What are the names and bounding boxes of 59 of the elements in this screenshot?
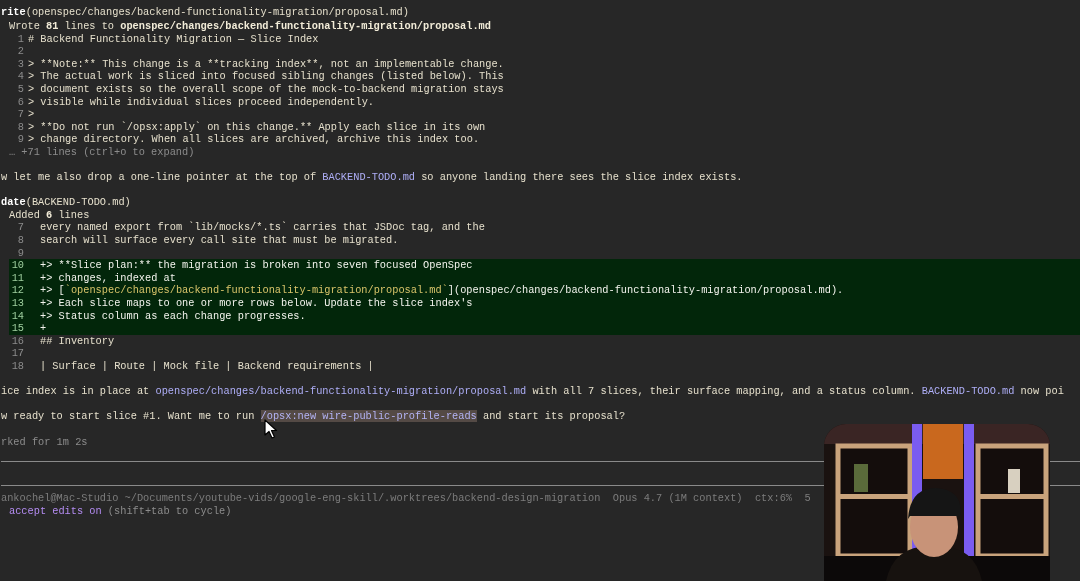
code-line: +> Each slice maps to one or more rows below. Update the slice index's: [39, 297, 473, 310]
cursor-icon: [264, 419, 278, 439]
code-line: search will surface every call site that must be migrated.: [39, 234, 399, 247]
code-line: > document exists so the overall scope of the mock-to-backend migration stays: [27, 82, 504, 96]
line-number: 8: [16, 120, 24, 134]
line-number: 15: [10, 322, 24, 335]
line-number: 3: [16, 57, 24, 71]
code-line: # Backend Functionality Migration — Slice Index: [27, 32, 319, 46]
status-text: Opus 4.7 (1M context): [612, 492, 743, 505]
message-line: ice index is in place at openspec/changes/backend-functionality-migration/proposal.md with all 7 slices, their surface mapping, and a status column. BACKEND-TODO.md now poi: [1, 385, 1064, 398]
mode-hint: (shift+tab to cycle): [106, 504, 232, 518]
command-text: /opsx:new wire-public-profile-reads: [260, 410, 477, 423]
code-line: > visible while individual slices proceed independently.: [27, 95, 375, 109]
line-number: 17: [10, 347, 24, 360]
line-number: 6: [16, 95, 24, 109]
code-line: > **Note:** This change is a **tracking index**, not an implementable change.: [27, 57, 504, 71]
tool-result: Added 6 lines: [8, 208, 90, 222]
file-link[interactable]: BACKEND-TODO.md: [322, 171, 415, 184]
code-line: > change directory. When all slices are archived, archive this index too.: [27, 133, 480, 146]
code-line: >: [27, 108, 35, 121]
code-line: +: [39, 322, 47, 335]
code-line: > The actual work is sliced into focused sibling changes (listed below). This: [27, 70, 504, 83]
line-number: 8: [16, 234, 24, 247]
file-link[interactable]: BACKEND-TODO.md: [921, 385, 1015, 398]
tool-result: Wrote 81 lines to openspec/changes/backend-functionality-migration/proposal.md: [8, 20, 491, 33]
code-line: every named export from `lib/mocks/*.ts` carries that JSDoc tag, and the: [39, 221, 485, 235]
code-line: +> Status column as each change progresses.: [39, 309, 306, 323]
line-number: 16: [10, 334, 24, 348]
line-number: 7: [16, 221, 24, 235]
status-text: ctx:6%: [754, 492, 792, 505]
tool-call: rite(openspec/changes/backend-functionality-migration/proposal.md): [1, 6, 409, 19]
line-number: 14: [10, 309, 24, 323]
code-line: ## Inventory: [39, 334, 115, 348]
file-link[interactable]: openspec/changes/backend-functionality-migration/proposal.md: [155, 385, 527, 398]
line-number: 2: [16, 45, 24, 58]
message-line: w ready to start slice #1. Want me to run /opsx:new wire-public-profile-reads and start its proposal?: [1, 410, 626, 423]
line-number: 18: [10, 360, 24, 373]
mode-indicator: accept edits on: [9, 504, 102, 518]
line-number: 5: [16, 82, 24, 96]
code-line: +> changes, indexed at: [39, 271, 176, 285]
code-line: +> [`openspec/changes/backend-functionality-migration/proposal.md`](openspec/changes/backend-functionality-migration/proposal.md).: [39, 284, 844, 298]
tool-call: date(BACKEND-TODO.md): [1, 196, 131, 209]
code-line: | Surface | Route | Mock file | Backend requirements |: [39, 360, 374, 373]
line-number: 13: [10, 297, 24, 310]
line-number: 9: [16, 133, 24, 146]
line-number: 4: [16, 70, 24, 83]
message-line: w let me also drop a one-line pointer at the top of BACKEND-TODO.md so anyone landing there sees the slice index exists.: [1, 171, 743, 184]
elapsed-time: rked for 1m 2s: [1, 435, 88, 449]
line-number: 12: [10, 284, 24, 298]
line-number: 9: [16, 246, 24, 260]
expand-hint: … +71 lines (ctrl+o to expand): [8, 145, 195, 159]
status-text: ankochel@Mac-Studio ~/Documents/youtube-vids/google-eng-skill/.worktrees/backend-design-migration: [1, 492, 601, 505]
code-line: +> **Slice plan:** the migration is broken into seven focused OpenSpec: [39, 259, 473, 272]
code-line: > **Do not run `/opsx:apply` on this change.** Apply each slice in its own: [27, 120, 486, 134]
line-number: 10: [10, 259, 24, 272]
status-text: 5: [804, 492, 811, 505]
line-number: 7: [16, 108, 24, 121]
line-number: 11: [10, 271, 24, 285]
line-number: 1: [16, 32, 24, 46]
